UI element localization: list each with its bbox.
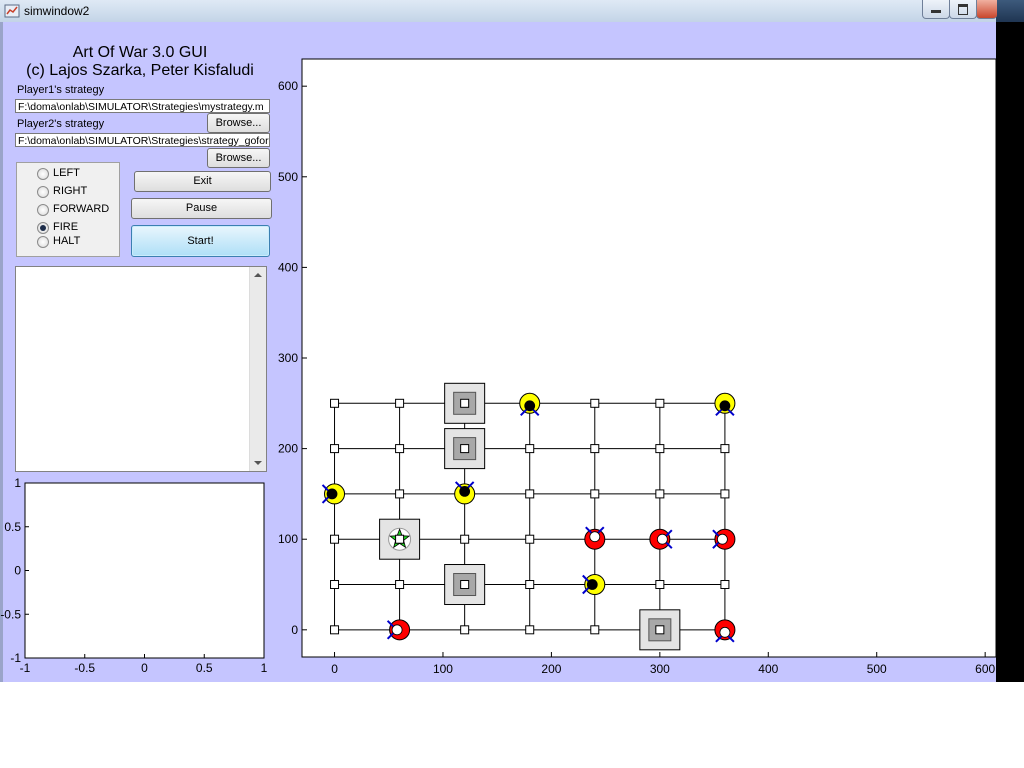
grid-node	[395, 444, 405, 454]
tank-core	[326, 488, 338, 500]
mini-axes-box	[24, 482, 265, 659]
tank-core	[524, 400, 536, 412]
x-tick-label: 300	[650, 662, 670, 676]
y-tick-label: 300	[278, 351, 298, 365]
y-tick-label: 500	[278, 170, 298, 184]
x-tick-label: 0	[331, 662, 338, 676]
mini-y-tick-label: 0.5	[4, 520, 21, 534]
grid-node	[590, 398, 600, 408]
grid-node	[590, 625, 600, 635]
grid-node	[460, 580, 470, 590]
y-tick-label: 100	[278, 532, 298, 546]
grid-node	[460, 625, 470, 635]
x-tick-label: 400	[758, 662, 778, 676]
y-tick-label: 0	[291, 623, 298, 637]
tank-core	[459, 486, 471, 497]
mini-y-tick-label: -0.5	[0, 607, 21, 621]
tank-core	[719, 626, 731, 638]
tank-core	[589, 531, 601, 543]
grid-node	[330, 580, 340, 590]
y-tick-label: 400	[278, 260, 298, 274]
plot-layer: -1 -0.5 0 0.5 1 1 0.5 0 -0.5 -1 0 100 200 300 400 500 6…	[0, 58, 997, 676]
grid-node	[655, 398, 665, 408]
y-tick-label: 600	[278, 79, 298, 93]
tank-core	[719, 400, 731, 412]
grid-node	[460, 444, 470, 454]
tank-core	[586, 579, 598, 590]
grid-node	[590, 489, 600, 499]
mini-y-tick-label: -1	[10, 651, 21, 665]
grid-node	[525, 625, 535, 635]
grid-node	[720, 444, 730, 454]
grid-node	[590, 444, 600, 454]
grid-node	[395, 489, 405, 499]
grid-node	[395, 534, 405, 544]
mini-y-tick-label: 0	[14, 564, 21, 578]
mini-x-tick-label: -1	[20, 661, 31, 675]
grid-node	[395, 580, 405, 590]
y-tick-label: 200	[278, 442, 298, 456]
grid-node	[525, 444, 535, 454]
grid-node	[460, 534, 470, 544]
mini-x-tick-label: -0.5	[74, 661, 95, 675]
grid-node	[395, 398, 405, 408]
grid-node	[655, 444, 665, 454]
mini-x-tick-label: 0.5	[196, 661, 213, 675]
grid-node	[330, 398, 340, 408]
grid-node	[525, 534, 535, 544]
grid-node	[525, 489, 535, 499]
x-tick-label: 600	[975, 662, 995, 676]
x-tick-label: 200	[541, 662, 561, 676]
grid-node	[655, 580, 665, 590]
tank-core	[391, 624, 403, 636]
mini-x-tick-label: 1	[261, 661, 268, 675]
x-tick-label: 500	[867, 662, 887, 676]
grid-node	[330, 534, 340, 544]
grid-node	[720, 489, 730, 499]
grid-node	[655, 625, 665, 635]
mini-y-tick-label: 1	[14, 476, 21, 490]
grid-node	[330, 444, 340, 454]
board-axes-box	[301, 58, 997, 658]
grid-node	[655, 489, 665, 499]
x-tick-label: 100	[433, 662, 453, 676]
grid-node	[525, 580, 535, 590]
grid-node	[330, 625, 340, 635]
grid-node	[720, 580, 730, 590]
tank-core	[717, 533, 728, 545]
grid-node	[460, 398, 470, 408]
mini-x-tick-label: 0	[141, 661, 148, 675]
tank-core	[656, 533, 668, 545]
